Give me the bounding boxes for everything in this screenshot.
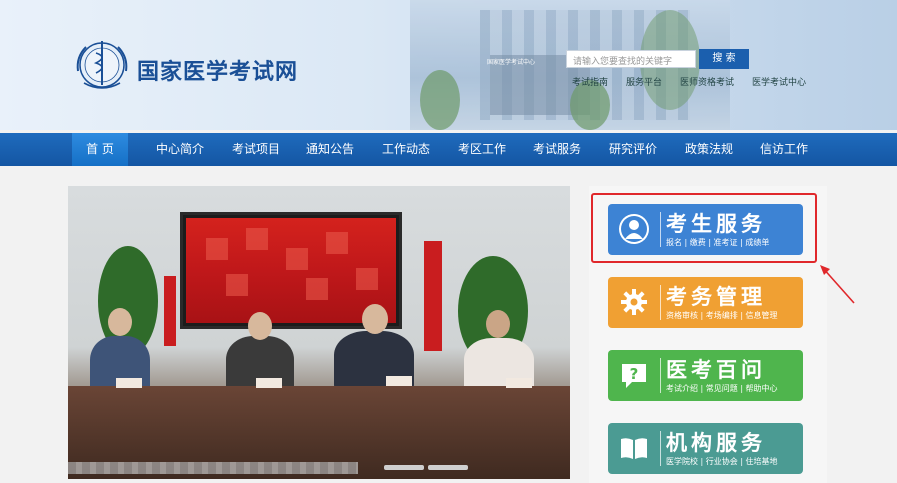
quick-link-physician-exam[interactable]: 医师资格考试 — [680, 75, 734, 88]
nav-item-about[interactable]: 中心简介 — [150, 133, 210, 166]
gear-icon — [621, 289, 647, 315]
service-title: 机构服务 — [666, 431, 766, 455]
exam-faq-button[interactable]: ? 医考百问 考试介绍 | 常见问题 | 帮助中心 — [608, 350, 803, 401]
site-title[interactable]: 国家医学考试网 — [137, 54, 298, 86]
photo-caption — [68, 462, 358, 474]
exam-management-button[interactable]: 考务管理 资格审核 | 考场编排 | 信息管理 — [608, 277, 803, 328]
nav-item-news[interactable]: 工作动态 — [376, 133, 436, 166]
nav-item-exam-services[interactable]: 考试服务 — [527, 133, 587, 166]
nav-item-notices[interactable]: 通知公告 — [300, 133, 360, 166]
search-input[interactable]: 请输入您要查找的关键字 — [566, 50, 696, 68]
annotation-arrow-icon — [820, 265, 855, 304]
highlight-box — [591, 193, 817, 263]
svg-text:?: ? — [630, 365, 639, 383]
institution-services-button[interactable]: 机构服务 医学院校 | 行业协会 | 住培基地 — [608, 423, 803, 474]
service-title: 医考百问 — [666, 358, 766, 382]
quick-link-platform[interactable]: 服务平台 — [626, 75, 662, 88]
search-button[interactable]: 搜 索 — [699, 49, 749, 69]
nav-item-research[interactable]: 研究评价 — [603, 133, 663, 166]
building-sign: 国家医学考试中心 — [487, 59, 536, 66]
main-nav: 首 页 中心简介 考试项目 通知公告 工作动态 考区工作 考试服务 研究评价 政… — [0, 133, 897, 166]
site-header: 国家医学考试中心 国家医学考试网 请输入您要查找的关键字 搜 索 考试指南 服务… — [0, 0, 897, 130]
service-title: 考务管理 — [666, 285, 766, 309]
book-icon — [621, 438, 647, 459]
carousel-indicators[interactable] — [384, 465, 468, 470]
nav-item-petition[interactable]: 信访工作 — [754, 133, 814, 166]
service-subtitle: 医学院校 | 行业协会 | 住培基地 — [666, 457, 778, 466]
service-subtitle: 资格审核 | 考场编排 | 信息管理 — [666, 311, 778, 320]
question-chat-icon: ? — [622, 364, 646, 388]
quick-link-guide[interactable]: 考试指南 — [572, 75, 608, 88]
news-photo-carousel[interactable] — [68, 186, 570, 479]
service-subtitle: 考试介绍 | 常见问题 | 帮助中心 — [666, 384, 778, 393]
nav-item-home[interactable]: 首 页 — [72, 133, 128, 166]
quick-links: 考试指南 服务平台 医师资格考试 医学考试中心 — [572, 75, 806, 88]
nav-item-exam-region[interactable]: 考区工作 — [452, 133, 512, 166]
nav-item-exam-programs[interactable]: 考试项目 — [226, 133, 286, 166]
medical-emblem-icon[interactable] — [72, 35, 132, 95]
nav-item-policy[interactable]: 政策法规 — [679, 133, 739, 166]
quick-link-exam-center[interactable]: 医学考试中心 — [752, 75, 806, 88]
